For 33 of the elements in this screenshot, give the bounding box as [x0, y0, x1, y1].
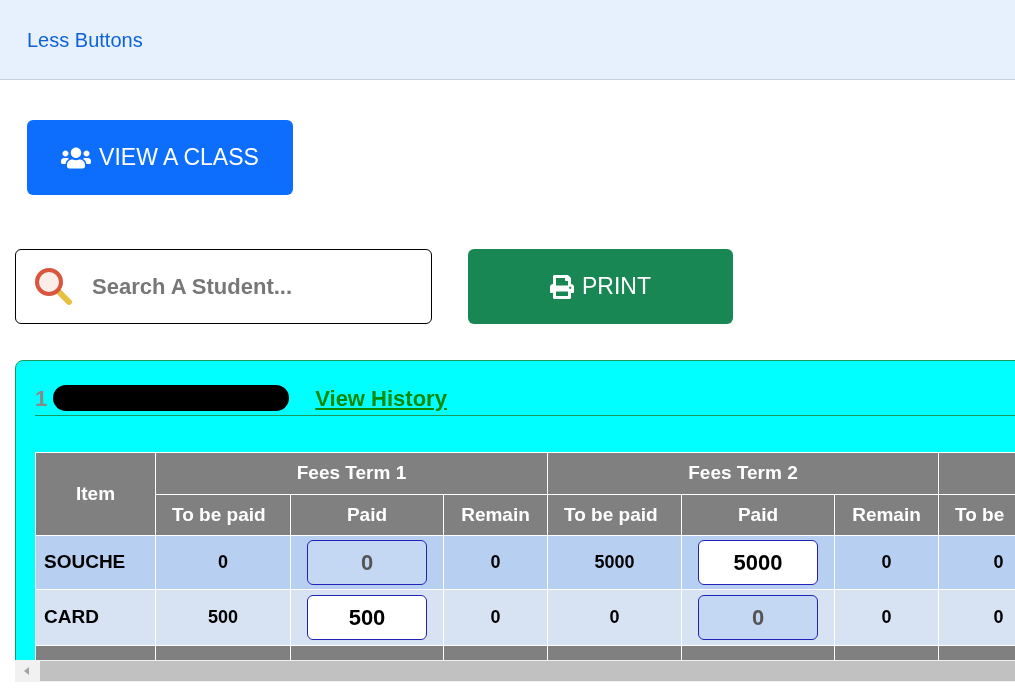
column-header: Fees Term 2: [547, 452, 939, 495]
table-cell: 0: [443, 589, 548, 646]
view-class-button[interactable]: VIEW A CLASS: [27, 120, 293, 195]
paid-input[interactable]: 500: [307, 595, 427, 640]
item-cell: SOUCHE: [35, 535, 156, 590]
column-header: Paid: [681, 494, 835, 536]
table-cell: 0: [834, 535, 939, 590]
column-header: Item: [35, 452, 156, 536]
column-header: To be paid: [155, 494, 291, 536]
search-field[interactable]: Search A Student...: [15, 249, 432, 324]
search-icon: [33, 266, 73, 306]
table-cell: 500: [155, 589, 291, 646]
table-cell: 0: [938, 589, 1015, 646]
column-header: Fees Term 1: [155, 452, 548, 495]
table-cell: 0: [834, 589, 939, 646]
column-header: To be paid: [547, 494, 682, 536]
student-number: 1: [35, 384, 48, 413]
column-header: Remain: [834, 494, 939, 536]
table-cell: 0: [443, 535, 548, 590]
column-header: Remain: [443, 494, 548, 536]
item-cell: CARD: [35, 589, 156, 646]
column-header: Paid: [290, 494, 444, 536]
table-cell: 5000: [547, 535, 682, 590]
column-header: To be: [938, 494, 1015, 536]
table-cell: 0: [547, 589, 682, 646]
less-buttons-link[interactable]: Less Buttons: [27, 24, 143, 55]
printer-icon: [550, 274, 574, 299]
print-button[interactable]: PRINT: [468, 249, 733, 324]
table-cell: 0: [155, 535, 291, 590]
table-cell: 0: [938, 535, 1015, 590]
users-icon: [61, 145, 92, 170]
view-history-link[interactable]: View History: [315, 381, 447, 415]
paid-input[interactable]: 5000: [698, 540, 818, 585]
